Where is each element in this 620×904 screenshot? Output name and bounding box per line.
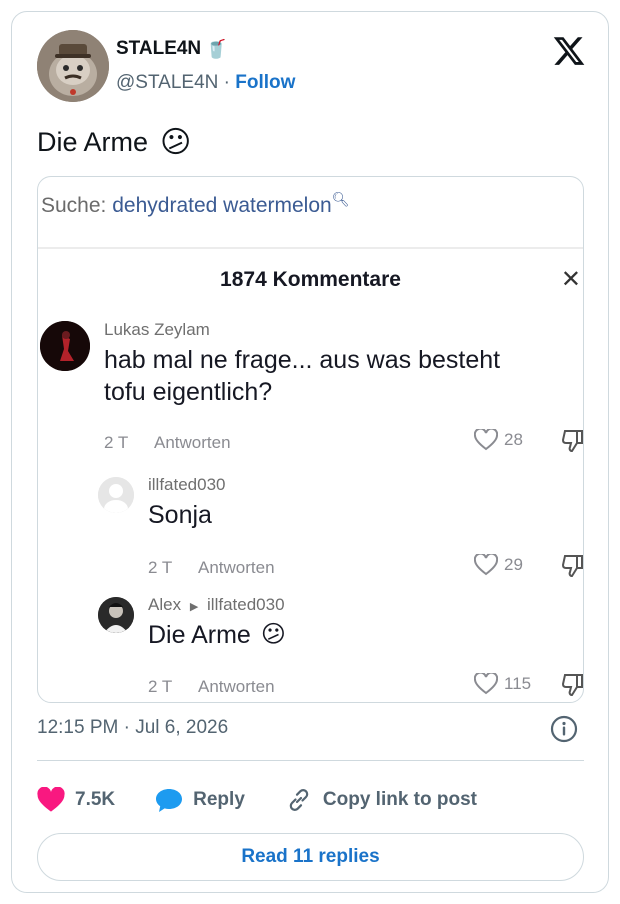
follow-button[interactable]: Follow bbox=[235, 72, 295, 93]
commenter-avatar-default bbox=[98, 477, 134, 513]
comment-reply-button: Antworten bbox=[198, 558, 275, 577]
comment-text-line: hab mal ne frage... aus was besteht bbox=[104, 346, 501, 374]
like-count: 115 bbox=[504, 674, 532, 693]
comments-count: 1874 Kommentare bbox=[220, 268, 401, 291]
read-replies-button[interactable]: Read 11 replies bbox=[37, 833, 584, 881]
author-handle-row: @STALE4N · Follow bbox=[116, 72, 295, 94]
search-prefix: Suche: bbox=[41, 194, 107, 217]
reply-label: Reply bbox=[193, 789, 245, 810]
dislike-icon bbox=[562, 674, 583, 697]
comment-like: 28 bbox=[474, 429, 523, 451]
reply-bubble-icon bbox=[156, 789, 183, 812]
author-handle[interactable]: @STALE4N bbox=[116, 72, 218, 93]
confused-face-icon: 😕 bbox=[160, 126, 192, 159]
search-icon: 🔍︎ bbox=[331, 191, 350, 207]
reply-arrow-icon: ▶ bbox=[189, 601, 199, 613]
author-display-name[interactable]: STALE4N 🥤 bbox=[116, 38, 228, 60]
action-bar: 7.5K Reply Copy link to post bbox=[37, 778, 517, 822]
comment-time: 2 T bbox=[104, 433, 129, 452]
search-bar: Suche: dehydrated watermelon🔍︎ bbox=[38, 177, 583, 241]
comment-username: Alex ▶ illfated030 bbox=[148, 595, 285, 615]
like-count: 28 bbox=[504, 430, 523, 449]
comment-text-line: tofu eigentlich? bbox=[104, 378, 273, 406]
tweet-text-content: Die Arme bbox=[37, 127, 149, 157]
comment-like: 115 bbox=[474, 673, 531, 695]
tweet-card: STALE4N 🥤 @STALE4N · Follow Die Arme 😕 S… bbox=[11, 11, 609, 893]
copy-link-label: Copy link to post bbox=[322, 789, 477, 810]
like-count: 7.5K bbox=[75, 789, 116, 810]
commenter-avatar bbox=[40, 321, 90, 371]
comment-author: Alex bbox=[148, 595, 182, 614]
heart-outline-icon bbox=[474, 429, 498, 451]
tweet-text: Die Arme 😕 bbox=[37, 125, 191, 160]
commenter-avatar bbox=[98, 597, 134, 633]
comment-text: Die Arme 😕 bbox=[148, 619, 286, 651]
comment-like: 29 bbox=[474, 554, 523, 576]
comment-username: illfated030 bbox=[148, 475, 226, 494]
dislike-icon bbox=[562, 430, 583, 453]
heart-icon bbox=[37, 787, 65, 812]
separator-dot: · bbox=[223, 72, 230, 93]
comment-text-content: Die Arme bbox=[148, 621, 251, 649]
close-icon: ✕ bbox=[560, 266, 581, 293]
drink-emoji-icon: 🥤 bbox=[205, 38, 228, 59]
tweet-timestamp[interactable]: 12:15 PM · Jul 6, 2026 bbox=[37, 717, 228, 739]
heart-outline-icon bbox=[474, 673, 498, 695]
comment-time: 2 T bbox=[148, 558, 173, 577]
like-count: 29 bbox=[504, 555, 523, 574]
search-query: dehydrated watermelon bbox=[112, 194, 332, 217]
reply-button[interactable]: Reply bbox=[155, 787, 245, 813]
heart-outline-icon bbox=[474, 554, 498, 576]
info-icon[interactable] bbox=[550, 715, 578, 743]
comment-username: Lukas Zeylam bbox=[104, 320, 210, 339]
sheet-divider bbox=[38, 247, 583, 249]
comment-reply-target: illfated030 bbox=[207, 595, 285, 614]
comment-time: 2 T bbox=[148, 677, 173, 696]
like-button[interactable]: 7.5K bbox=[37, 787, 115, 813]
divider bbox=[37, 760, 584, 761]
comment-reply-button: Antworten bbox=[198, 677, 275, 696]
dislike-icon bbox=[562, 555, 583, 578]
confused-face-icon: 😕 bbox=[260, 621, 286, 648]
author-avatar[interactable] bbox=[37, 30, 109, 102]
copy-link-button[interactable]: Copy link to post bbox=[285, 786, 477, 814]
x-logo-icon[interactable] bbox=[552, 34, 586, 68]
display-name-text: STALE4N bbox=[116, 38, 202, 59]
embedded-screenshot[interactable]: Suche: dehydrated watermelon🔍︎ 1874 Komm… bbox=[37, 176, 584, 703]
comment-reply-button: Antworten bbox=[154, 433, 231, 452]
comment-text: Sonja bbox=[148, 501, 212, 529]
comment-text: hab mal ne frage... aus was besteht tofu… bbox=[104, 344, 574, 408]
link-icon bbox=[289, 789, 309, 811]
